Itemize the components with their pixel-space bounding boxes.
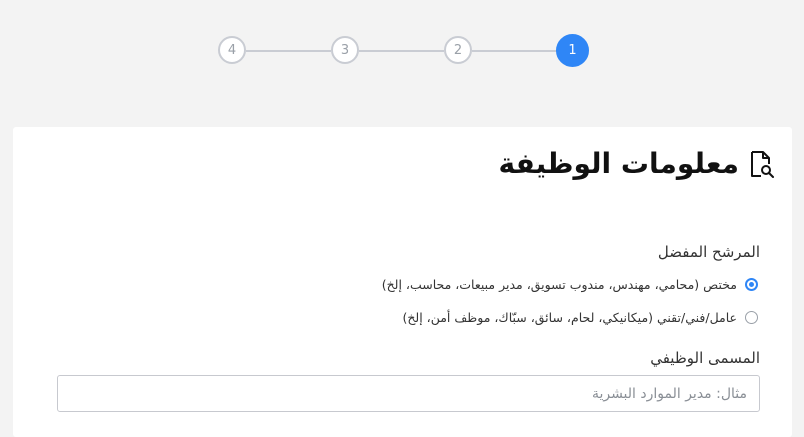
step-2[interactable]: 2 — [444, 36, 472, 64]
job-title-label: المسمى الوظيفي — [650, 349, 760, 367]
job-title-input[interactable] — [57, 375, 760, 412]
progress-stepper: 4 3 2 1 — [218, 34, 589, 68]
document-search-icon — [751, 150, 774, 178]
stepper-connector — [246, 50, 331, 52]
stepper-connector — [472, 50, 557, 52]
radio-option-specialist[interactable]: مختص (محامي، مهندس، مندوب تسويق، مدير مب… — [382, 277, 758, 292]
step-4[interactable]: 4 — [218, 36, 246, 64]
section-header: معلومات الوظيفة — [499, 147, 775, 180]
job-info-card: معلومات الوظيفة المرشح المفضل مختص (محام… — [13, 127, 792, 437]
step-1-active[interactable]: 1 — [556, 34, 589, 67]
radio-specialist[interactable] — [745, 278, 758, 291]
candidate-label: المرشح المفضل — [657, 243, 760, 261]
stepper-connector — [359, 50, 444, 52]
radio-worker-label: عامل/فني/تقني (ميكانيكي، لحام، سائق، سبّ… — [402, 310, 737, 325]
radio-option-worker[interactable]: عامل/فني/تقني (ميكانيكي، لحام، سائق، سبّ… — [402, 310, 758, 325]
step-3[interactable]: 3 — [331, 36, 359, 64]
page-title: معلومات الوظيفة — [498, 147, 739, 180]
radio-specialist-label: مختص (محامي، مهندس، مندوب تسويق، مدير مب… — [381, 277, 737, 292]
radio-worker[interactable] — [745, 311, 758, 324]
